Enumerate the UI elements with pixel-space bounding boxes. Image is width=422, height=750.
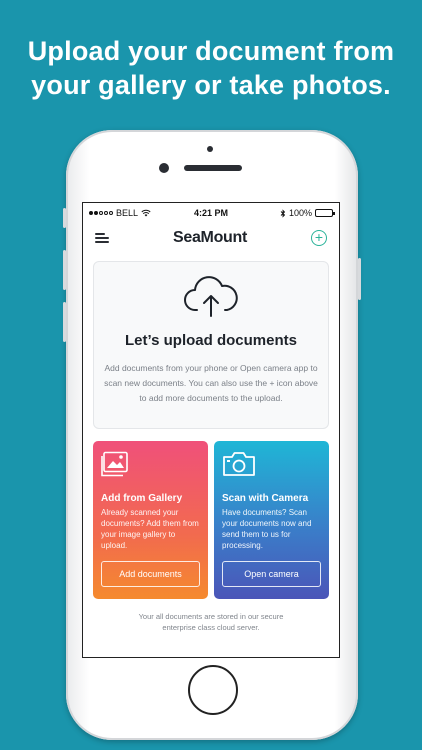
phone-frame: BELL 4:21 PM 100% SeaMount + Let’s uploa… xyxy=(63,130,361,740)
carrier-label: BELL xyxy=(116,208,139,218)
camera-icon xyxy=(223,452,255,476)
wifi-icon xyxy=(141,209,151,217)
status-left: BELL xyxy=(89,208,151,218)
headline-line-2: your gallery or take photos. xyxy=(31,70,391,100)
battery-icon xyxy=(315,209,335,217)
status-right: 100% xyxy=(280,208,335,218)
upload-card: Let’s upload documents Add documents fro… xyxy=(93,261,329,429)
promo-headline: Upload your document from your gallery o… xyxy=(0,34,422,102)
camera-card-description: Have documents? Scan your documents now … xyxy=(222,508,312,550)
status-bar: BELL 4:21 PM 100% xyxy=(83,203,339,223)
image-gallery-icon xyxy=(101,451,128,477)
signal-icon xyxy=(89,211,113,215)
app-navbar: SeaMount + xyxy=(83,223,339,253)
plus-circle-icon[interactable]: + xyxy=(310,230,327,246)
phone-volume-up xyxy=(63,250,66,290)
phone-screen: BELL 4:21 PM 100% SeaMount + Let’s uploa… xyxy=(82,202,340,658)
gallery-card-title: Add from Gallery xyxy=(101,493,183,504)
front-camera xyxy=(159,163,169,173)
upload-description: Add documents from your phone or Open ca… xyxy=(104,363,318,403)
home-button[interactable] xyxy=(188,665,238,715)
gallery-card: Add from Gallery Already scanned your do… xyxy=(93,441,208,599)
camera-card: Scan with Camera Have documents? Scan yo… xyxy=(214,441,329,599)
action-cards: Add from Gallery Already scanned your do… xyxy=(93,441,329,599)
headline-line-1: Upload your document from xyxy=(27,36,395,66)
phone-mute-switch xyxy=(63,208,66,228)
footer-note: Your all documents are stored in our sec… xyxy=(138,612,284,632)
earpiece-speaker xyxy=(184,165,242,171)
bluetooth-icon xyxy=(280,208,286,218)
open-camera-button[interactable]: Open camera xyxy=(222,561,321,587)
battery-percent: 100% xyxy=(288,208,312,218)
upload-title: Let’s upload documents xyxy=(125,332,297,349)
proximity-sensor xyxy=(207,146,213,152)
app-title: SeaMount xyxy=(172,229,248,246)
camera-card-title: Scan with Camera xyxy=(222,493,309,504)
add-documents-button[interactable]: Add documents xyxy=(101,561,200,587)
phone-volume-down xyxy=(63,302,66,342)
hamburger-icon[interactable] xyxy=(95,233,109,243)
cloud-upload-icon xyxy=(184,276,238,317)
phone-power-button xyxy=(358,258,361,300)
gallery-card-description: Already scanned your documents? Add them… xyxy=(101,508,199,550)
